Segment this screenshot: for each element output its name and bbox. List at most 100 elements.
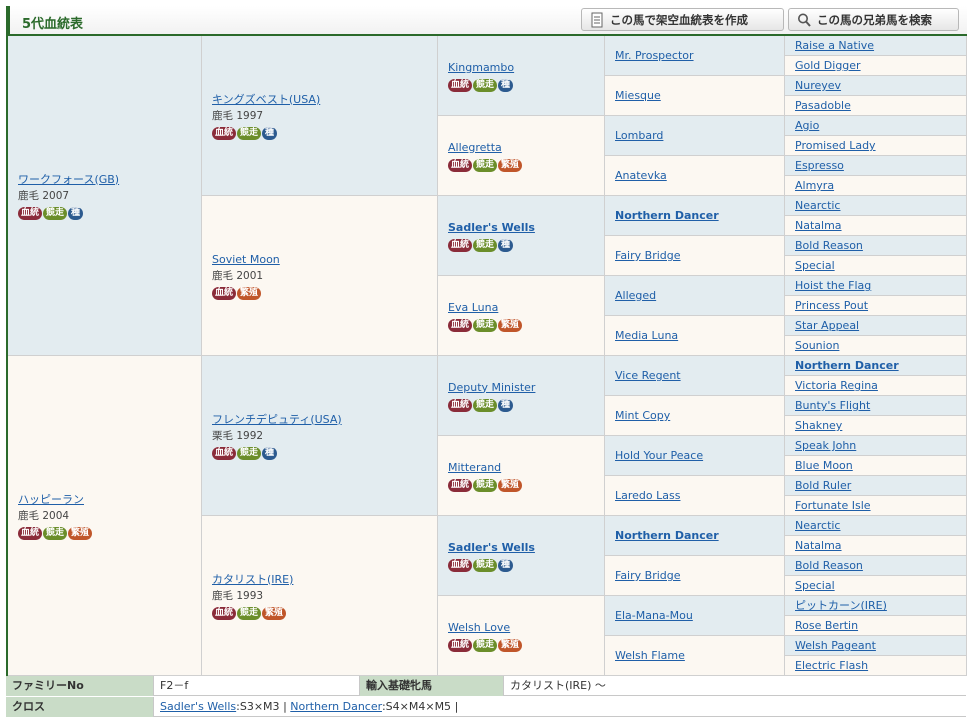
badge-breed[interactable]: 繁殖 (498, 318, 523, 332)
horse-name-link[interactable]: Nearctic (795, 199, 962, 213)
badge-blood[interactable]: 血統 (448, 78, 473, 92)
horse-name-link[interactable]: Sadler's Wells (448, 541, 600, 555)
badge-blood[interactable]: 血統 (18, 526, 43, 540)
badge-race[interactable]: 競走 (473, 398, 498, 412)
horse-name-link[interactable]: Speak John (795, 439, 962, 453)
horse-name-link[interactable]: Alleged (615, 289, 780, 303)
horse-name-link[interactable]: Sadler's Wells (448, 221, 600, 235)
badge-blood[interactable]: 血統 (448, 238, 473, 252)
horse-name-link[interactable]: Special (795, 259, 962, 273)
horse-name-link[interactable]: Natalma (795, 219, 962, 233)
horse-name-link[interactable]: キングズベスト(USA) (212, 93, 433, 107)
horse-name-link[interactable]: Mint Copy (615, 409, 780, 423)
badge-breed[interactable]: 繁殖 (237, 286, 262, 300)
badge-blood[interactable]: 血統 (212, 606, 237, 620)
horse-name-link[interactable]: Hold Your Peace (615, 449, 780, 463)
horse-name-link[interactable]: ワークフォース(GB) (18, 173, 197, 187)
badge-blood[interactable]: 血統 (18, 206, 43, 220)
horse-name-link[interactable]: Sounion (795, 339, 962, 353)
horse-name-link[interactable]: Blue Moon (795, 459, 962, 473)
horse-name-link[interactable]: フレンチデピュティ(USA) (212, 413, 433, 427)
horse-name-link[interactable]: Soviet Moon (212, 253, 433, 267)
horse-name-link[interactable]: Welsh Pageant (795, 639, 962, 653)
horse-name-link[interactable]: Laredo Lass (615, 489, 780, 503)
badge-breed[interactable]: 繁殖 (68, 526, 93, 540)
create-pedigree-button[interactable]: この馬で架空血統表を作成 (581, 8, 784, 31)
badge-breed[interactable]: 繁殖 (498, 638, 523, 652)
badge-race[interactable]: 競走 (473, 638, 498, 652)
badge-blood[interactable]: 血統 (448, 558, 473, 572)
horse-name-link[interactable]: Miesque (615, 89, 780, 103)
horse-name-link[interactable]: Victoria Regina (795, 379, 962, 393)
badge-blood[interactable]: 血統 (448, 638, 473, 652)
horse-name-link[interactable]: ハッピーラン (18, 493, 197, 507)
horse-name-link[interactable]: Espresso (795, 159, 962, 173)
badge-blood[interactable]: 血統 (448, 398, 473, 412)
horse-name-link[interactable]: Fairy Bridge (615, 249, 780, 263)
badge-race[interactable]: 競走 (43, 206, 68, 220)
horse-name-link[interactable]: Media Luna (615, 329, 780, 343)
badge-blood[interactable]: 血統 (212, 286, 237, 300)
horse-name-link[interactable]: Welsh Flame (615, 649, 780, 663)
badge-stud[interactable]: 種 (498, 558, 514, 572)
badge-stud[interactable]: 種 (262, 126, 278, 140)
horse-name-link[interactable]: Kingmambo (448, 61, 600, 75)
badge-race[interactable]: 競走 (473, 158, 498, 172)
horse-name-link[interactable]: Shakney (795, 419, 962, 433)
horse-name-link[interactable]: Allegretta (448, 141, 600, 155)
horse-name-link[interactable]: Special (795, 579, 962, 593)
horse-name-link[interactable]: Bold Reason (795, 559, 962, 573)
badge-blood[interactable]: 血統 (448, 478, 473, 492)
horse-name-link[interactable]: Pasadoble (795, 99, 962, 113)
cross-horse-link[interactable]: Northern Dancer (290, 700, 382, 713)
horse-name-link[interactable]: Northern Dancer (795, 359, 962, 373)
badge-race[interactable]: 競走 (237, 446, 262, 460)
badge-race[interactable]: 競走 (237, 126, 262, 140)
horse-name-link[interactable]: Anatevka (615, 169, 780, 183)
badge-blood[interactable]: 血統 (448, 158, 473, 172)
horse-name-link[interactable]: Rose Bertin (795, 619, 962, 633)
badge-breed[interactable]: 繁殖 (498, 478, 523, 492)
badge-blood[interactable]: 血統 (212, 126, 237, 140)
horse-name-link[interactable]: Eva Luna (448, 301, 600, 315)
horse-name-link[interactable]: Northern Dancer (615, 209, 780, 223)
horse-name-link[interactable]: Lombard (615, 129, 780, 143)
horse-name-link[interactable]: Welsh Love (448, 621, 600, 635)
horse-name-link[interactable]: Nearctic (795, 519, 962, 533)
horse-name-link[interactable]: Ela-Mana-Mou (615, 609, 780, 623)
badge-stud[interactable]: 種 (262, 446, 278, 460)
badge-race[interactable]: 競走 (473, 78, 498, 92)
badge-breed[interactable]: 繁殖 (498, 158, 523, 172)
horse-name-link[interactable]: Mitterand (448, 461, 600, 475)
horse-name-link[interactable]: Vice Regent (615, 369, 780, 383)
horse-name-link[interactable]: Gold Digger (795, 59, 962, 73)
badge-race[interactable]: 競走 (473, 318, 498, 332)
horse-name-link[interactable]: Raise a Native (795, 39, 962, 53)
badge-race[interactable]: 競走 (43, 526, 68, 540)
badge-race[interactable]: 競走 (473, 558, 498, 572)
badge-race[interactable]: 競走 (237, 606, 262, 620)
horse-name-link[interactable]: Nureyev (795, 79, 962, 93)
horse-name-link[interactable]: Natalma (795, 539, 962, 553)
horse-name-link[interactable]: Hoist the Flag (795, 279, 962, 293)
horse-name-link[interactable]: Agio (795, 119, 962, 133)
horse-name-link[interactable]: Bunty's Flight (795, 399, 962, 413)
horse-name-link[interactable]: Deputy Minister (448, 381, 600, 395)
horse-name-link[interactable]: Bold Reason (795, 239, 962, 253)
horse-name-link[interactable]: Almyra (795, 179, 962, 193)
badge-stud[interactable]: 種 (498, 238, 514, 252)
search-siblings-button[interactable]: この馬の兄弟馬を検索 (788, 8, 959, 31)
horse-name-link[interactable]: Promised Lady (795, 139, 962, 153)
horse-name-link[interactable]: Princess Pout (795, 299, 962, 313)
badge-breed[interactable]: 繁殖 (262, 606, 287, 620)
horse-name-link[interactable]: Mr. Prospector (615, 49, 780, 63)
horse-name-link[interactable]: Star Appeal (795, 319, 962, 333)
horse-name-link[interactable]: カタリスト(IRE) (212, 573, 433, 587)
badge-blood[interactable]: 血統 (212, 446, 237, 460)
horse-name-link[interactable]: Bold Ruler (795, 479, 962, 493)
badge-stud[interactable]: 種 (498, 78, 514, 92)
badge-stud[interactable]: 種 (68, 206, 84, 220)
horse-name-link[interactable]: Fairy Bridge (615, 569, 780, 583)
horse-name-link[interactable]: Northern Dancer (615, 529, 780, 543)
horse-name-link[interactable]: Fortunate Isle (795, 499, 962, 513)
